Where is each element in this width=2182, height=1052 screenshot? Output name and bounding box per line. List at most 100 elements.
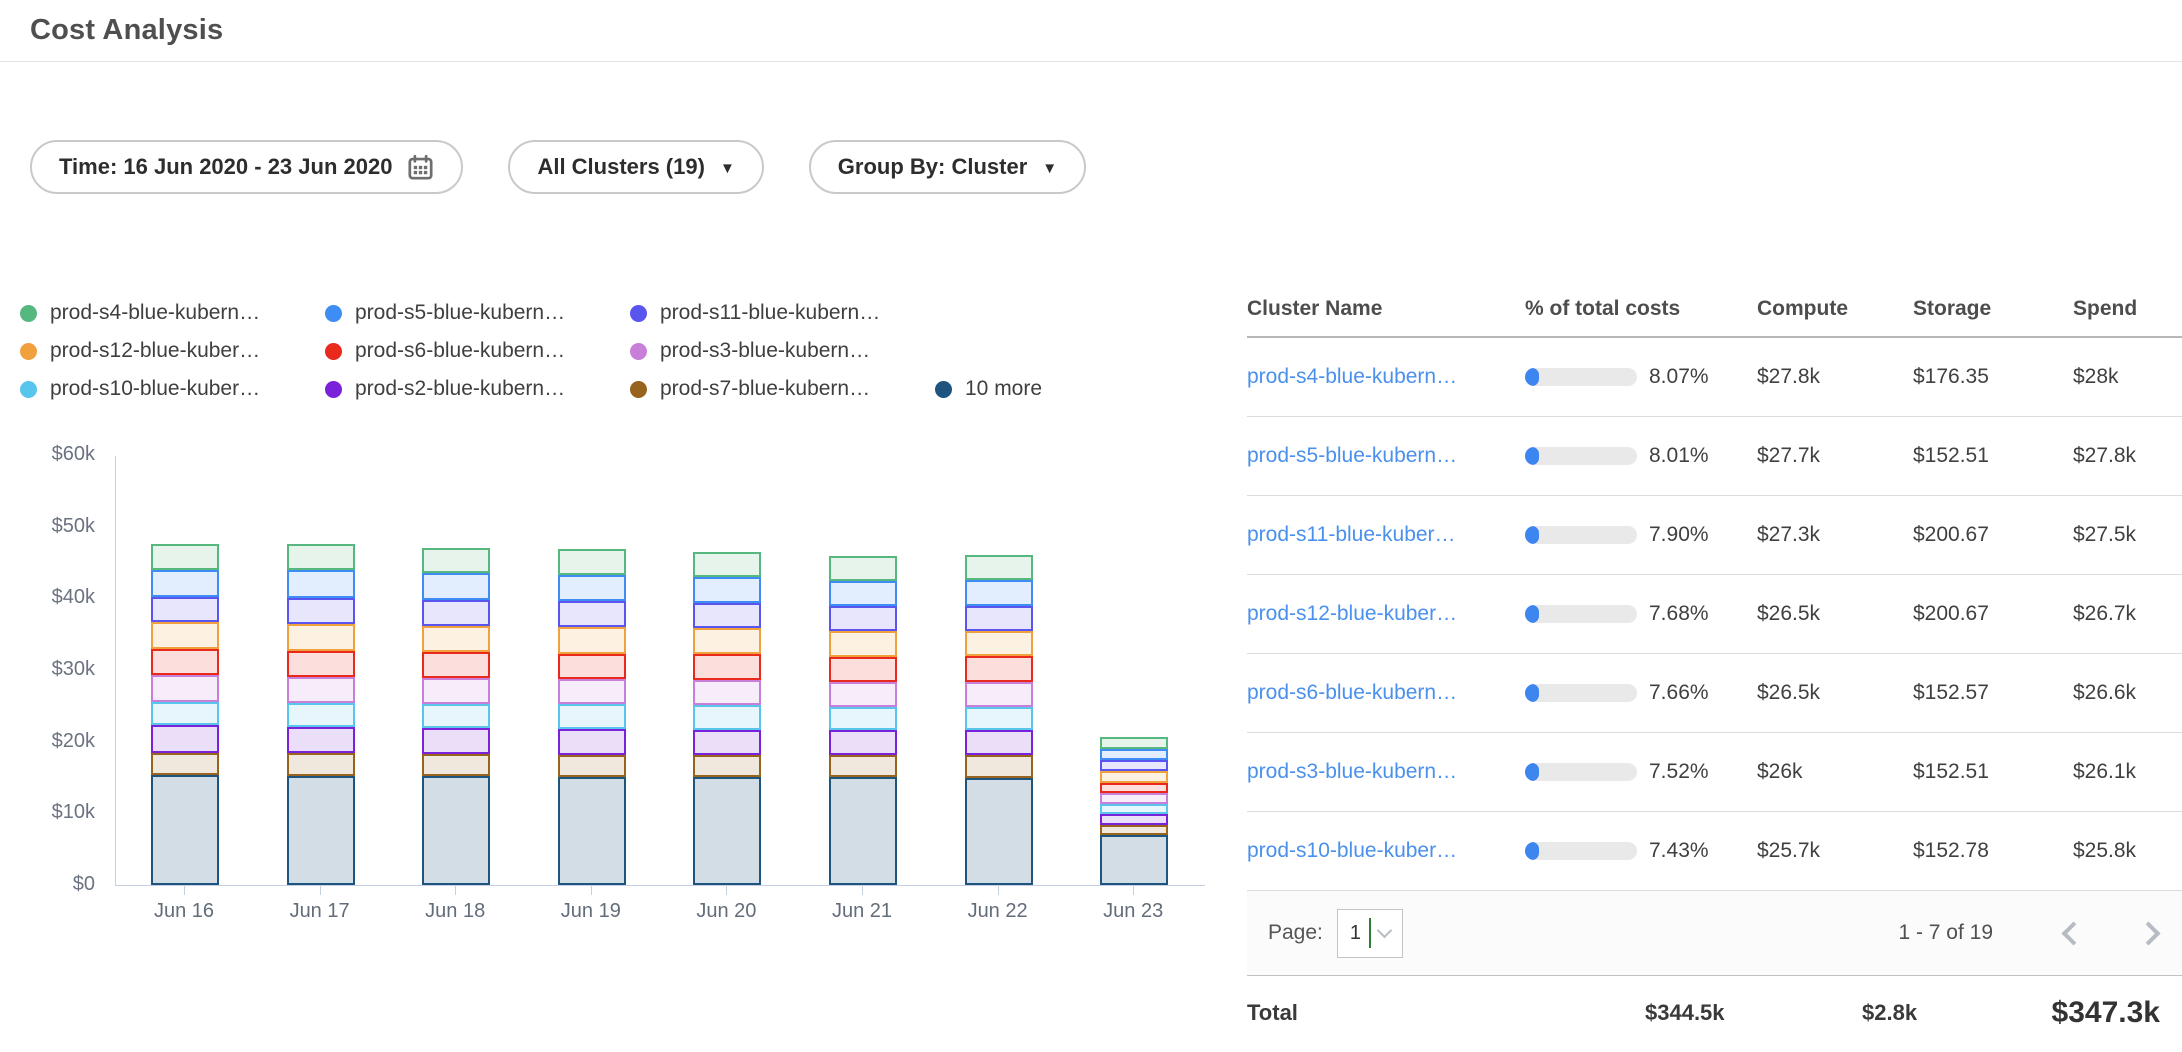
bar-segment-prod-s7-blue-kubern[interactable] [287, 753, 355, 776]
bar-segment-prod-s4-blue-kubern[interactable] [829, 556, 897, 581]
bar-segment-10-more[interactable] [693, 777, 761, 885]
group-by-dropdown[interactable]: Group By: Cluster ▼ [809, 140, 1086, 194]
bar-segment-10-more[interactable] [151, 775, 219, 885]
legend-item-prod-s11-blue-kubern[interactable]: prod-s11-blue-kubern… [630, 301, 880, 325]
bar-segment-prod-s10-blue-kuber[interactable] [558, 704, 626, 728]
bar-segment-prod-s4-blue-kubern[interactable] [965, 555, 1033, 579]
bar-segment-prod-s7-blue-kubern[interactable] [558, 755, 626, 777]
bar-segment-prod-s4-blue-kubern[interactable] [151, 544, 219, 571]
bar-segment-prod-s3-blue-kubern[interactable] [693, 680, 761, 705]
bar-segment-prod-s6-blue-kubern[interactable] [1100, 783, 1168, 794]
bar-segment-prod-s3-blue-kubern[interactable] [422, 678, 490, 704]
bar-segment-prod-s10-blue-kuber[interactable] [287, 703, 355, 727]
bar-segment-prod-s10-blue-kuber[interactable] [1100, 804, 1168, 814]
bar-segment-prod-s2-blue-kubern[interactable] [829, 730, 897, 754]
bar-segment-prod-s2-blue-kubern[interactable] [1100, 814, 1168, 825]
bar-segment-prod-s11-blue-kubern[interactable] [151, 597, 219, 622]
clusters-filter-dropdown[interactable]: All Clusters (19) ▼ [508, 140, 763, 194]
bar-segment-prod-s5-blue-kubern[interactable] [693, 577, 761, 603]
bar-segment-prod-s5-blue-kubern[interactable] [829, 581, 897, 606]
bar-segment-prod-s3-blue-kubern[interactable] [829, 682, 897, 706]
legend-item-prod-s4-blue-kubern[interactable]: prod-s4-blue-kubern… [20, 301, 325, 325]
bar-segment-prod-s6-blue-kubern[interactable] [287, 651, 355, 678]
cluster-name-link[interactable]: prod-s5-blue-kubern… [1247, 444, 1525, 468]
page-select[interactable]: 1 [1337, 909, 1403, 958]
legend-item-prod-s7-blue-kubern[interactable]: prod-s7-blue-kubern… [630, 377, 935, 401]
bar-segment-prod-s3-blue-kubern[interactable] [965, 682, 1033, 707]
cluster-name-link[interactable]: prod-s11-blue-kuber… [1247, 523, 1525, 547]
bar-segment-prod-s5-blue-kubern[interactable] [287, 570, 355, 597]
bar-segment-prod-s12-blue-kuber[interactable] [287, 624, 355, 651]
bar-segment-prod-s4-blue-kubern[interactable] [1100, 737, 1168, 748]
bar-segment-10-more[interactable] [1100, 835, 1168, 885]
bar-segment-prod-s2-blue-kubern[interactable] [965, 730, 1033, 754]
bar-segment-prod-s2-blue-kubern[interactable] [558, 729, 626, 755]
next-page-button[interactable] [2136, 921, 2160, 945]
bar-segment-prod-s10-blue-kuber[interactable] [965, 707, 1033, 731]
legend-item-prod-s6-blue-kubern[interactable]: prod-s6-blue-kubern… [325, 339, 630, 363]
bar-segment-10-more[interactable] [558, 777, 626, 885]
bar-segment-prod-s7-blue-kubern[interactable] [422, 754, 490, 776]
bar-segment-prod-s10-blue-kuber[interactable] [693, 705, 761, 729]
legend-item-prod-s12-blue-kuber[interactable]: prod-s12-blue-kuber… [20, 339, 325, 363]
bar-segment-prod-s11-blue-kubern[interactable] [1100, 760, 1168, 771]
cluster-name-link[interactable]: prod-s10-blue-kuber… [1247, 839, 1525, 863]
bar-segment-prod-s12-blue-kuber[interactable] [151, 622, 219, 649]
bar-segment-prod-s7-blue-kubern[interactable] [1100, 825, 1168, 835]
cluster-name-link[interactable]: prod-s6-blue-kubern… [1247, 681, 1525, 705]
legend-item-prod-s10-blue-kuber[interactable]: prod-s10-blue-kuber… [20, 377, 325, 401]
legend-item-prod-s2-blue-kubern[interactable]: prod-s2-blue-kubern… [325, 377, 630, 401]
bar-segment-prod-s4-blue-kubern[interactable] [422, 548, 490, 574]
bar-segment-prod-s4-blue-kubern[interactable] [558, 549, 626, 575]
bar-segment-prod-s6-blue-kubern[interactable] [829, 657, 897, 682]
bar-segment-prod-s11-blue-kubern[interactable] [965, 606, 1033, 631]
bar-segment-prod-s7-blue-kubern[interactable] [151, 753, 219, 775]
bar-segment-prod-s12-blue-kuber[interactable] [829, 631, 897, 657]
prev-page-button[interactable] [2061, 921, 2085, 945]
bar-segment-prod-s11-blue-kubern[interactable] [422, 600, 490, 626]
bar-segment-prod-s12-blue-kuber[interactable] [558, 627, 626, 654]
bar-segment-prod-s5-blue-kubern[interactable] [558, 575, 626, 602]
bar-segment-prod-s12-blue-kuber[interactable] [693, 628, 761, 655]
legend-item-10-more[interactable]: 10 more [935, 377, 1042, 401]
bar-segment-prod-s10-blue-kuber[interactable] [829, 707, 897, 731]
bar-segment-prod-s4-blue-kubern[interactable] [693, 552, 761, 577]
cluster-name-link[interactable]: prod-s12-blue-kuber… [1247, 602, 1525, 626]
bar-segment-prod-s3-blue-kubern[interactable] [151, 675, 219, 702]
bar-segment-prod-s6-blue-kubern[interactable] [965, 656, 1033, 682]
legend-item-prod-s3-blue-kubern[interactable]: prod-s3-blue-kubern… [630, 339, 870, 363]
bar-segment-prod-s12-blue-kuber[interactable] [422, 626, 490, 653]
bar-segment-10-more[interactable] [965, 778, 1033, 886]
bar-segment-prod-s2-blue-kubern[interactable] [422, 728, 490, 754]
bar-segment-prod-s6-blue-kubern[interactable] [422, 652, 490, 678]
bar-segment-prod-s7-blue-kubern[interactable] [965, 755, 1033, 778]
legend-item-prod-s5-blue-kubern[interactable]: prod-s5-blue-kubern… [325, 301, 630, 325]
bar-segment-prod-s12-blue-kuber[interactable] [1100, 771, 1168, 782]
bar-segment-prod-s4-blue-kubern[interactable] [287, 544, 355, 571]
bar-segment-prod-s5-blue-kubern[interactable] [422, 573, 490, 600]
bar-segment-prod-s11-blue-kubern[interactable] [558, 601, 626, 627]
bar-segment-10-more[interactable] [422, 776, 490, 885]
bar-segment-prod-s7-blue-kubern[interactable] [829, 755, 897, 777]
bar-segment-prod-s5-blue-kubern[interactable] [1100, 749, 1168, 760]
bar-segment-10-more[interactable] [829, 777, 897, 885]
bar-segment-prod-s6-blue-kubern[interactable] [558, 654, 626, 680]
bar-segment-prod-s10-blue-kuber[interactable] [422, 704, 490, 728]
bar-segment-prod-s6-blue-kubern[interactable] [151, 649, 219, 675]
bar-segment-prod-s11-blue-kubern[interactable] [287, 598, 355, 625]
bar-segment-prod-s3-blue-kubern[interactable] [558, 679, 626, 704]
bar-segment-prod-s2-blue-kubern[interactable] [287, 727, 355, 753]
bar-segment-prod-s10-blue-kuber[interactable] [151, 702, 219, 725]
bar-segment-10-more[interactable] [287, 776, 355, 885]
bar-segment-prod-s6-blue-kubern[interactable] [693, 654, 761, 680]
bar-segment-prod-s2-blue-kubern[interactable] [151, 725, 219, 753]
bar-segment-prod-s12-blue-kuber[interactable] [965, 631, 1033, 656]
cluster-name-link[interactable]: prod-s4-blue-kubern… [1247, 365, 1525, 389]
cluster-name-link[interactable]: prod-s3-blue-kubern… [1247, 760, 1525, 784]
bar-segment-prod-s3-blue-kubern[interactable] [287, 677, 355, 703]
bar-segment-prod-s5-blue-kubern[interactable] [965, 580, 1033, 606]
bar-segment-prod-s2-blue-kubern[interactable] [693, 730, 761, 755]
bar-segment-prod-s11-blue-kubern[interactable] [829, 606, 897, 631]
bar-segment-prod-s7-blue-kubern[interactable] [693, 755, 761, 777]
bar-segment-prod-s11-blue-kubern[interactable] [693, 603, 761, 628]
